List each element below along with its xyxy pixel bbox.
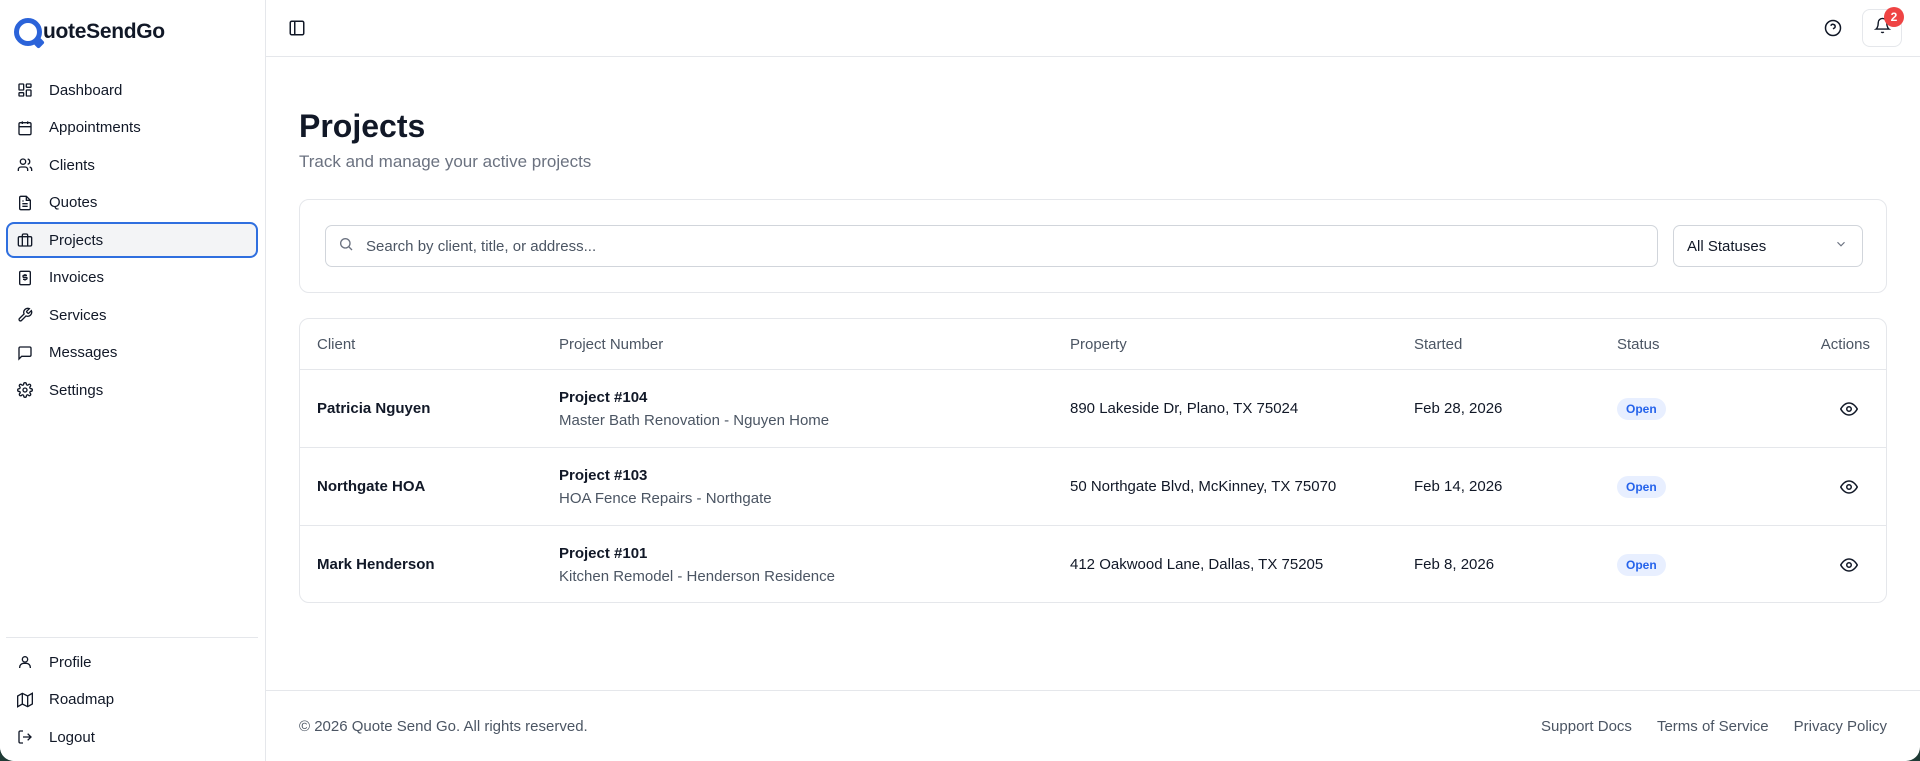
sidebar-item-label: Dashboard: [49, 81, 123, 99]
briefcase-icon: [17, 232, 33, 248]
sidebar-item-logout[interactable]: Logout: [6, 719, 258, 755]
client-name: Patricia Nguyen: [317, 400, 431, 417]
column-header-property[interactable]: Property: [1070, 336, 1127, 353]
brand-logo[interactable]: uoteSendGo: [14, 18, 165, 46]
column-header-client[interactable]: Client: [317, 336, 355, 353]
wrench-icon: [17, 307, 33, 323]
page-subtitle: Track and manage your active projects: [299, 152, 592, 171]
logo-q-icon: [14, 18, 42, 46]
sidebar-item-label: Roadmap: [49, 691, 115, 708]
map-icon: [17, 691, 33, 708]
table-row[interactable]: Patricia Nguyen Project #104 Master Bath…: [300, 370, 1886, 448]
notifications-button[interactable]: 2: [1862, 7, 1904, 47]
property-address: 50 Northgate Blvd, McKinney, TX 75070: [1070, 478, 1337, 495]
sidebar-item-projects[interactable]: Projects: [6, 222, 258, 258]
chevron-down-icon: [1834, 237, 1848, 255]
main-content: 2 Projects Track and manage your active …: [266, 0, 1920, 761]
project-number: Project #103: [559, 467, 648, 484]
column-header-started[interactable]: Started: [1414, 336, 1462, 353]
support-docs-link[interactable]: Support Docs: [1541, 718, 1632, 735]
topbar: 2: [266, 0, 1920, 57]
table-header: Client Project Number Property Started S…: [300, 319, 1886, 370]
started-date: Feb 28, 2026: [1414, 400, 1503, 417]
property-address: 412 Oakwood Lane, Dallas, TX 75205: [1070, 556, 1324, 573]
project-title: Kitchen Remodel - Henderson Residence: [559, 568, 835, 585]
sidebar-item-services[interactable]: Services: [6, 297, 258, 333]
project-number: Project #104: [559, 389, 648, 406]
view-eye-icon[interactable]: [1839, 556, 1859, 574]
status-filter-value: All Statuses: [1687, 237, 1767, 255]
sidebar-bottom-nav: Profile Roadmap Logout: [6, 637, 258, 757]
project-title: Master Bath Renovation - Nguyen Home: [559, 412, 830, 429]
started-date: Feb 8, 2026: [1414, 556, 1495, 573]
sidebar-item-messages[interactable]: Messages: [6, 335, 258, 371]
sidebar-item-quotes[interactable]: Quotes: [6, 185, 258, 221]
sidebar-item-label: Logout: [49, 728, 95, 746]
status-badge: Open: [1617, 554, 1666, 576]
dashboard-icon: [17, 82, 33, 98]
calendar-icon: [17, 120, 33, 136]
sidebar-item-label: Projects: [49, 231, 104, 249]
projects-table: Client Project Number Property Started S…: [299, 318, 1887, 603]
privacy-policy-link[interactable]: Privacy Policy: [1794, 718, 1887, 735]
sidebar-item-label: Profile: [49, 653, 92, 671]
sidebar-item-clients[interactable]: Clients: [6, 147, 258, 183]
sidebar-item-label: Services: [49, 306, 107, 324]
status-filter-select[interactable]: All Statuses: [1673, 225, 1863, 267]
gear-icon: [17, 382, 33, 398]
property-address: 890 Lakeside Dr, Plano, TX 75024: [1070, 400, 1299, 417]
status-badge: Open: [1617, 398, 1666, 420]
sidebar-item-appointments[interactable]: Appointments: [6, 110, 258, 146]
sidebar-item-settings[interactable]: Settings: [6, 372, 258, 408]
message-icon: [17, 345, 33, 361]
started-date: Feb 14, 2026: [1414, 478, 1503, 495]
sidebar-item-profile[interactable]: Profile: [6, 644, 258, 680]
sidebar-item-label: Appointments: [49, 119, 141, 136]
view-eye-icon[interactable]: [1839, 400, 1859, 418]
sidebar-item-label: Invoices: [49, 269, 105, 286]
view-eye-icon[interactable]: [1839, 478, 1859, 496]
sidebar-item-roadmap[interactable]: Roadmap: [6, 682, 258, 718]
status-badge: Open: [1617, 476, 1666, 498]
receipt-icon: [17, 270, 33, 286]
notification-badge: 2: [1884, 7, 1904, 27]
sidebar-item-label: Clients: [49, 156, 95, 174]
footer: © 2026 Quote Send Go. All rights reserve…: [266, 690, 1920, 761]
project-number: Project #101: [559, 545, 648, 562]
user-icon: [17, 654, 33, 670]
client-name: Mark Henderson: [317, 556, 435, 573]
column-header-status[interactable]: Status: [1617, 336, 1660, 353]
filter-card: All Statuses: [299, 199, 1887, 293]
sidebar-item-label: Quotes: [49, 194, 98, 211]
search-input[interactable]: [366, 237, 1646, 255]
file-text-icon: [17, 195, 33, 211]
client-name: Northgate HOA: [317, 478, 426, 495]
column-header-project-number[interactable]: Project Number: [559, 336, 663, 353]
footer-links: Support Docs Terms of Service Privacy Po…: [1541, 718, 1887, 735]
terms-of-service-link[interactable]: Terms of Service: [1657, 718, 1769, 735]
sidebar-item-label: Messages: [49, 344, 118, 361]
sidebar-item-dashboard[interactable]: Dashboard: [6, 72, 258, 108]
page-title: Projects: [299, 108, 426, 144]
logout-icon: [17, 729, 33, 745]
search-icon: [338, 236, 366, 257]
sidebar-item-label: Settings: [49, 381, 104, 399]
app-window: uoteSendGo Dashboard Appointments Client…: [0, 0, 1920, 761]
table-row[interactable]: Northgate HOA Project #103 HOA Fence Rep…: [300, 448, 1886, 526]
search-box: [325, 225, 1658, 267]
copyright-text: © 2026 Quote Send Go. All rights reserve…: [299, 718, 588, 735]
column-header-actions: Actions: [1820, 336, 1870, 353]
help-icon[interactable]: [1824, 19, 1842, 37]
sidebar-nav: Dashboard Appointments Clients Quotes Pr…: [6, 72, 258, 410]
project-title: HOA Fence Repairs - Northgate: [559, 490, 772, 507]
sidebar: uoteSendGo Dashboard Appointments Client…: [0, 0, 266, 761]
brand-name: uoteSendGo: [43, 20, 165, 43]
sidebar-item-invoices[interactable]: Invoices: [6, 260, 258, 296]
sidebar-toggle-icon[interactable]: [288, 19, 306, 37]
table-row[interactable]: Mark Henderson Project #101 Kitchen Remo…: [300, 526, 1886, 602]
users-icon: [17, 157, 33, 173]
